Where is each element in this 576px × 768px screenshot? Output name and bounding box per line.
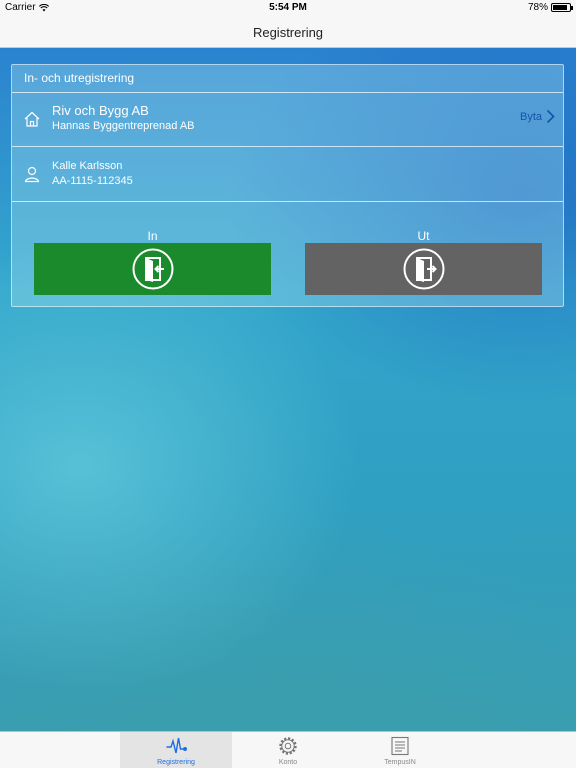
person-icon: [24, 166, 40, 183]
door-enter-icon: [132, 248, 173, 290]
out-label: Ut: [417, 229, 430, 243]
status-bar: Carrier 5:54 PM 78%: [0, 0, 576, 16]
in-label: In: [147, 229, 158, 243]
person-row: Kalle Karlsson AA-1115-112345: [12, 147, 563, 202]
change-label: Byta: [519, 110, 542, 123]
company-subname: Hannas Byggentreprenad AB: [52, 120, 195, 132]
check-in-button[interactable]: [34, 243, 271, 295]
door-exit-icon: [403, 248, 444, 290]
card-header: In- och utregistrering: [12, 65, 563, 93]
battery-icon: [551, 3, 573, 12]
company-row: Riv och Bygg AB Hannas Byggentreprenad A…: [12, 92, 563, 147]
chevron-right-icon: [546, 109, 555, 124]
tab-label-tempusin: TempusIN: [384, 759, 416, 766]
tab-registrering[interactable]: Registrering: [120, 732, 232, 768]
registration-card: In- och utregistrering Riv och Bygg AB H…: [11, 64, 564, 307]
page-title: Registrering: [252, 25, 324, 40]
gear-icon: [279, 737, 297, 755]
tab-tempusin[interactable]: TempusIN: [344, 732, 456, 768]
list-icon: [391, 736, 409, 756]
person-name: Kalle Karlsson: [52, 160, 123, 172]
company-name: Riv och Bygg AB: [52, 103, 149, 118]
pulse-icon: [166, 737, 187, 754]
person-id: AA-1115-112345: [52, 175, 133, 187]
change-company-button[interactable]: Byta: [520, 109, 555, 124]
nav-bar: Registrering: [0, 16, 576, 48]
home-icon: [24, 111, 40, 127]
status-time: 5:54 PM: [269, 2, 307, 13]
card-title: In- och utregistrering: [24, 71, 135, 85]
battery-percent: 78%: [527, 2, 548, 13]
tab-label-konto: Konto: [278, 759, 298, 766]
tab-bar: Registrering Konto TempusIN: [0, 731, 576, 768]
check-out-button[interactable]: [305, 243, 542, 295]
status-right: 78%: [527, 2, 573, 13]
tab-konto[interactable]: Konto: [232, 732, 344, 768]
tab-label-registrering: Registrering: [157, 759, 195, 766]
